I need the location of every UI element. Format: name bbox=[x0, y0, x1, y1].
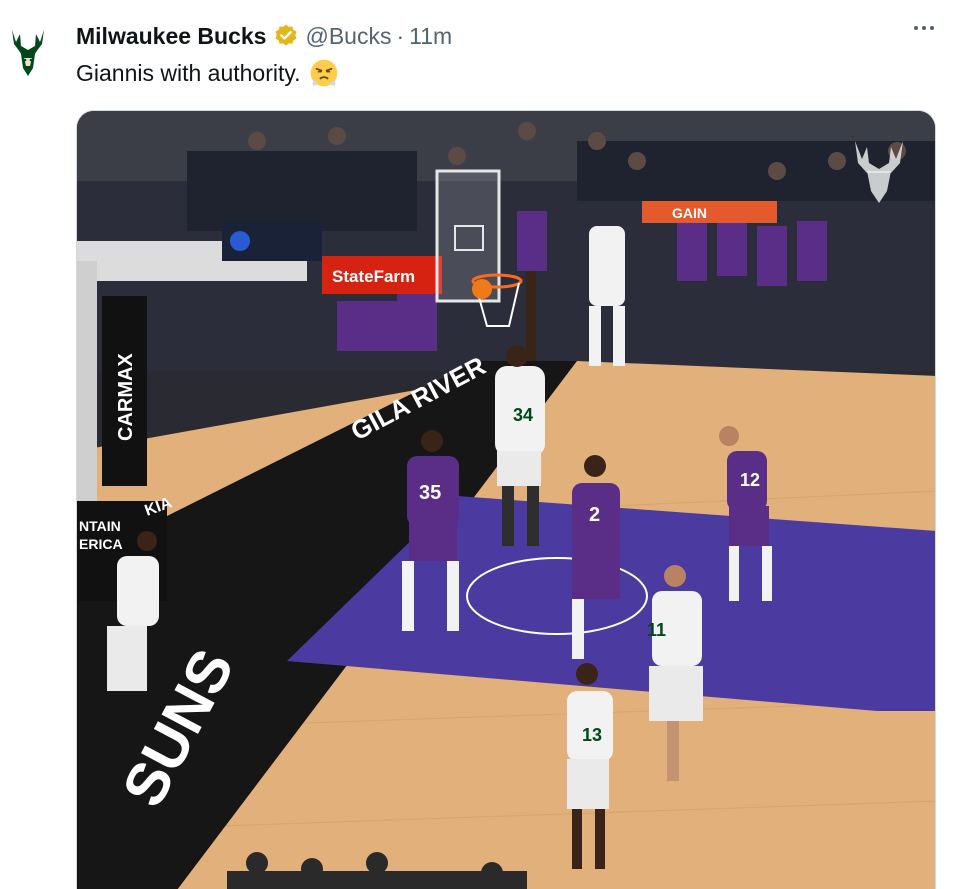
svg-text:ERICA: ERICA bbox=[79, 536, 123, 552]
svg-text:2: 2 bbox=[589, 504, 600, 526]
display-name[interactable]: Milwaukee Bucks bbox=[76, 23, 266, 50]
timestamp[interactable]: 11m bbox=[409, 23, 452, 50]
carmax-sign: CARMAX bbox=[115, 353, 137, 441]
more-options-icon[interactable] bbox=[914, 26, 934, 30]
tweet-header: Milwaukee Bucks @Bucks · 11m bbox=[76, 20, 452, 52]
svg-text:12: 12 bbox=[740, 470, 760, 490]
tweet-text: Giannis with authority. bbox=[76, 58, 339, 88]
statefarm-sign: StateFarm bbox=[332, 267, 415, 286]
gain-sign: GAIN bbox=[672, 205, 707, 221]
svg-text:35: 35 bbox=[419, 482, 441, 504]
svg-text:13: 13 bbox=[582, 725, 602, 745]
verified-badge-icon bbox=[275, 24, 297, 46]
separator-dot: · bbox=[396, 22, 405, 49]
svg-text:34: 34 bbox=[513, 405, 533, 425]
handle[interactable]: @Bucks bbox=[305, 23, 391, 50]
steam-from-nose-emoji-icon bbox=[310, 59, 337, 87]
basketball-scene: GAIN GILA RIVER SUNS CARMAX NTAIN ERICA … bbox=[77, 111, 935, 889]
tweet-photo[interactable]: GAIN GILA RIVER SUNS CARMAX NTAIN ERICA … bbox=[76, 110, 936, 889]
tweet[interactable]: Milwaukee Bucks @Bucks · 11m Giannis wit… bbox=[0, 0, 960, 889]
svg-text:11: 11 bbox=[647, 620, 666, 640]
tweet-text-content: Giannis with authority. bbox=[76, 59, 301, 86]
svg-text:NTAIN: NTAIN bbox=[79, 518, 121, 534]
bucks-avatar-icon[interactable] bbox=[8, 26, 48, 78]
